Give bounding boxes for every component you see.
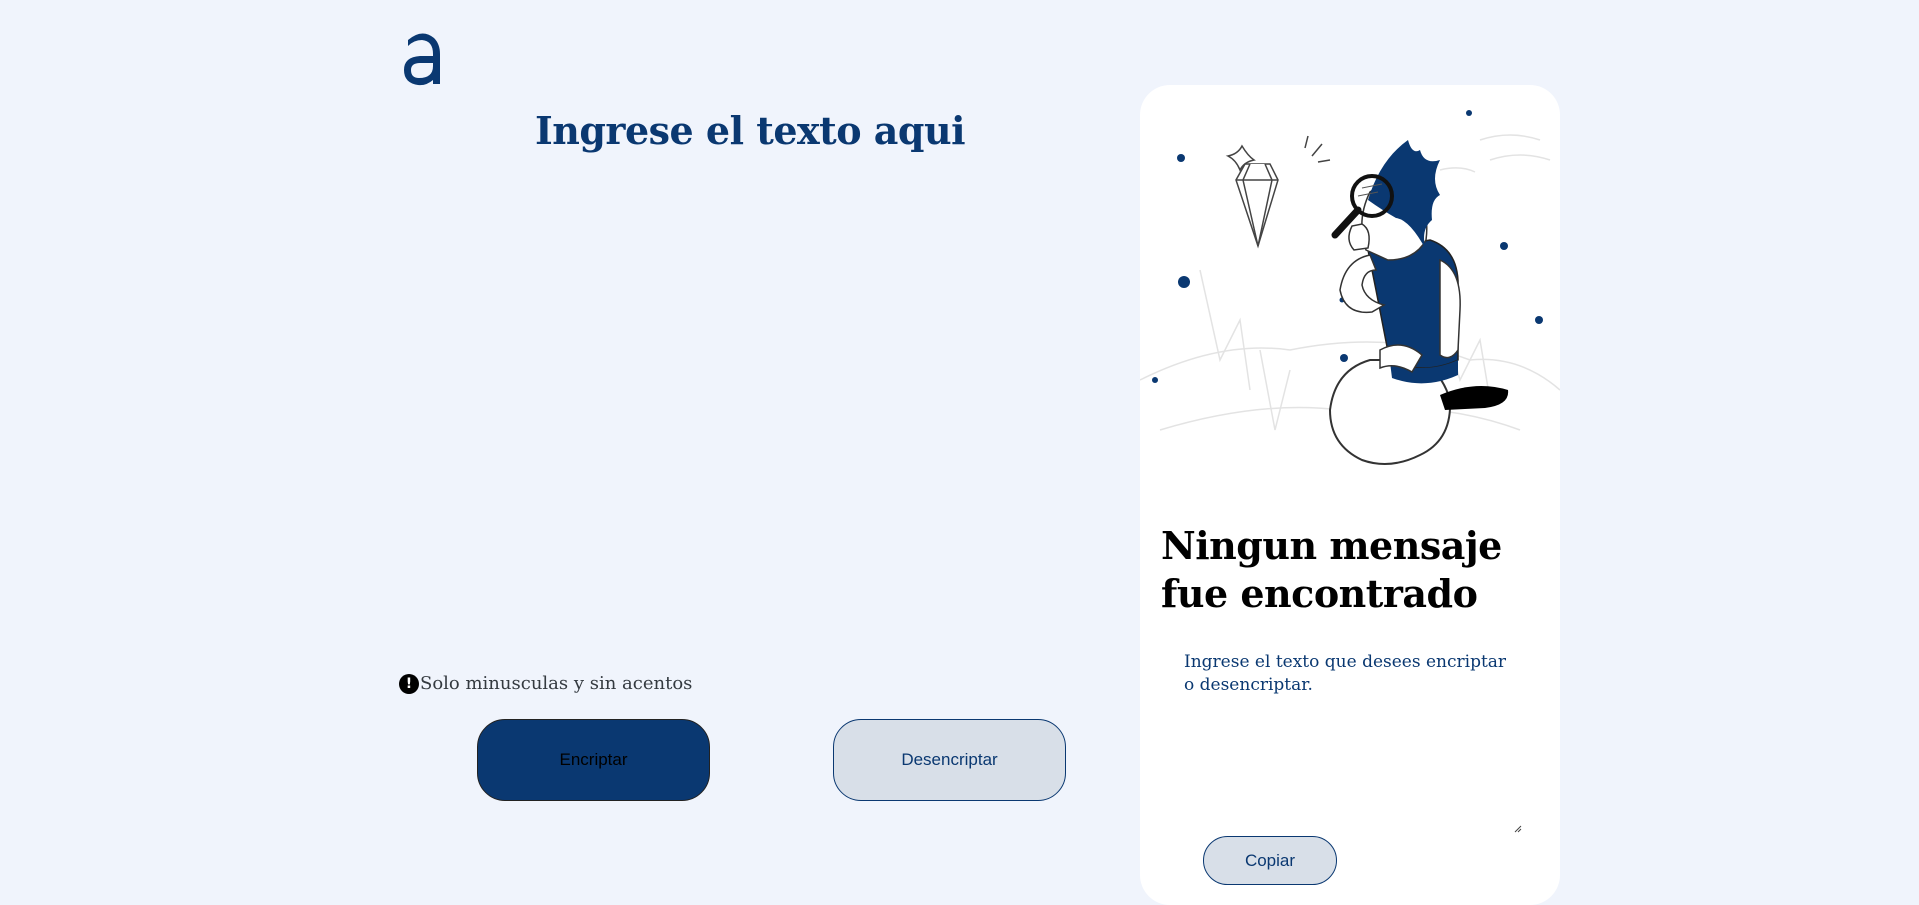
no-message-description: Ingrese el texto que desees encriptar o … <box>1184 652 1507 695</box>
resize-grip-icon[interactable] <box>1514 825 1522 833</box>
hint-message: ! Solo minusculas y sin acentos <box>399 673 692 694</box>
text-input[interactable] <box>400 180 1104 654</box>
no-message-title: Ningun mensaje fue encontrado <box>1161 523 1502 616</box>
decrypt-button[interactable]: Desencriptar <box>833 719 1066 801</box>
page-title: Ingrese el texto aqui <box>534 108 966 153</box>
exclamation-circle-icon: ! <box>399 673 419 694</box>
person-with-magnifying-glass-illustration <box>1140 110 1560 465</box>
copy-button[interactable]: Copiar <box>1203 836 1337 885</box>
encrypt-button[interactable]: Encriptar <box>477 719 710 801</box>
logo-icon <box>404 33 440 86</box>
hint-text: Solo minusculas y sin acentos <box>420 673 693 694</box>
